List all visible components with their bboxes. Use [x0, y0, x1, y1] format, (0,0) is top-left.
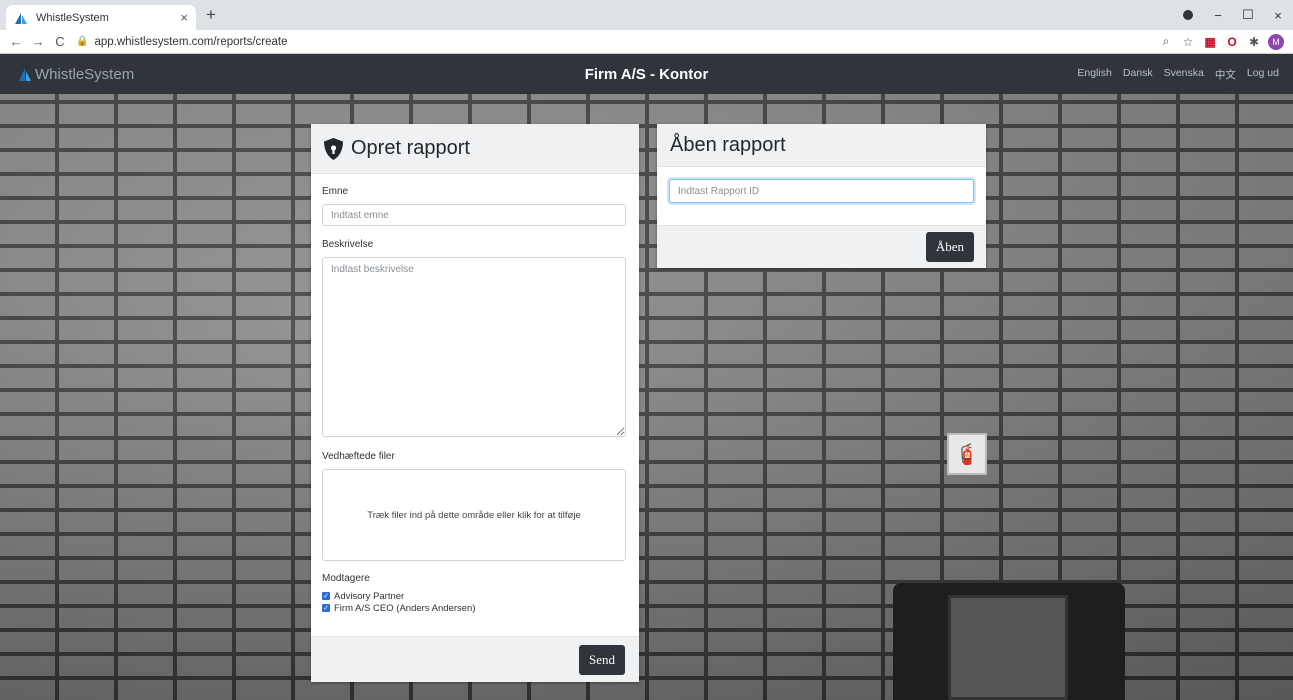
recipient-checkbox-ceo[interactable]: ✓ [322, 604, 330, 612]
lang-svenska-link[interactable]: Svenska [1164, 67, 1204, 82]
back-button[interactable]: ← [6, 34, 26, 49]
tab-close-icon[interactable]: × [180, 10, 188, 25]
app-navbar: WhistleSystem Firm A/S - Kontor English … [0, 54, 1293, 94]
create-report-body: Emne Beskrivelse Vedhæftede filer Træk f… [311, 174, 639, 614]
create-report-title: Opret rapport [351, 137, 470, 159]
lang-chinese-link[interactable]: 中文 [1215, 67, 1236, 82]
description-label: Beskrivelse [322, 239, 374, 250]
whistlesystem-favicon-icon [15, 12, 27, 24]
description-textarea[interactable] [322, 257, 626, 437]
profile-avatar-icon[interactable]: M [1265, 33, 1287, 50]
bookmark-star-icon[interactable]: ☆ [1177, 35, 1199, 49]
lock-icon: 🔒 [76, 36, 89, 47]
report-id-input[interactable] [669, 179, 974, 203]
recipient-option[interactable]: ✓ Firm A/S CEO (Anders Andersen) [322, 602, 626, 614]
open-report-button[interactable]: Åben [925, 232, 974, 262]
attachments-label: Vedhæftede filer [322, 451, 395, 462]
window-controls: − ☐ × [1173, 0, 1293, 30]
recipients-label: Modtagere [322, 573, 370, 584]
minimize-button[interactable]: − [1203, 8, 1233, 23]
forward-button[interactable]: → [28, 34, 48, 49]
file-dropzone[interactable]: Træk filer ind på dette område eller kli… [322, 469, 626, 561]
opera-extension-icon[interactable]: O [1221, 35, 1243, 49]
lang-english-link[interactable]: English [1077, 67, 1111, 82]
send-button[interactable]: Send [579, 644, 625, 675]
background-box-image [893, 583, 1125, 700]
url-field[interactable]: 🔒 app.whistlesystem.com/reports/create [76, 32, 287, 52]
maximize-button[interactable]: ☐ [1233, 7, 1263, 23]
open-report-card: Åben rapport Åben [657, 124, 986, 268]
subject-label: Emne [322, 186, 349, 197]
zoom-icon[interactable]: ⌕ [1155, 34, 1177, 49]
address-bar: ← → C 🔒 app.whistlesystem.com/reports/cr… [0, 30, 1293, 54]
shield-lock-icon [324, 137, 343, 160]
new-tab-button[interactable]: + [206, 5, 216, 25]
recipient-checkbox-advisory-partner[interactable]: ✓ [322, 592, 330, 600]
recipient-name: Firm A/S CEO (Anders Andersen) [334, 602, 476, 614]
create-report-header: Opret rapport [311, 124, 639, 174]
browser-tab[interactable]: WhistleSystem × [6, 5, 196, 30]
dropzone-text: Træk filer ind på dette område eller kli… [367, 509, 581, 521]
browser-tab-bar: WhistleSystem × + − ☐ × [0, 0, 1293, 30]
brand-logo-link[interactable]: WhistleSystem [18, 66, 134, 83]
create-report-footer: Send [311, 636, 639, 682]
brand-name: WhistleSystem [35, 65, 135, 83]
reload-button[interactable]: C [50, 34, 70, 49]
subject-input[interactable] [322, 204, 626, 226]
recipient-name: Advisory Partner [334, 590, 405, 602]
create-report-card: Opret rapport Emne Beskrivelse Vedhæfted… [311, 124, 639, 682]
lang-dansk-link[interactable]: Dansk [1123, 67, 1153, 82]
open-report-footer: Åben [657, 225, 986, 268]
open-report-title: Åben rapport [670, 133, 786, 156]
open-report-body [657, 167, 986, 225]
close-window-button[interactable]: × [1263, 8, 1293, 23]
logout-link[interactable]: Log ud [1247, 67, 1279, 82]
recipients-list: ✓ Advisory Partner ✓ Firm A/S CEO (Ander… [322, 590, 626, 614]
language-links: English Dansk Svenska 中文 Log ud [1077, 67, 1279, 82]
extensions-puzzle-icon[interactable]: ✱ [1243, 35, 1265, 49]
recipient-option[interactable]: ✓ Advisory Partner [322, 590, 626, 602]
browser-extensions: ⌕ ☆ ▦ O ✱ M [1155, 33, 1293, 50]
profile-dot-icon[interactable] [1173, 8, 1203, 23]
open-report-header: Åben rapport [657, 124, 986, 167]
extension-calendar-icon[interactable]: ▦ [1199, 35, 1221, 49]
browser-tab-title: WhistleSystem [36, 11, 109, 24]
whistlesystem-logo-icon [19, 68, 31, 81]
fire-extinguisher-sign-icon: 🧯 [947, 433, 987, 475]
url-text[interactable]: app.whistlesystem.com/reports/create [94, 36, 287, 48]
